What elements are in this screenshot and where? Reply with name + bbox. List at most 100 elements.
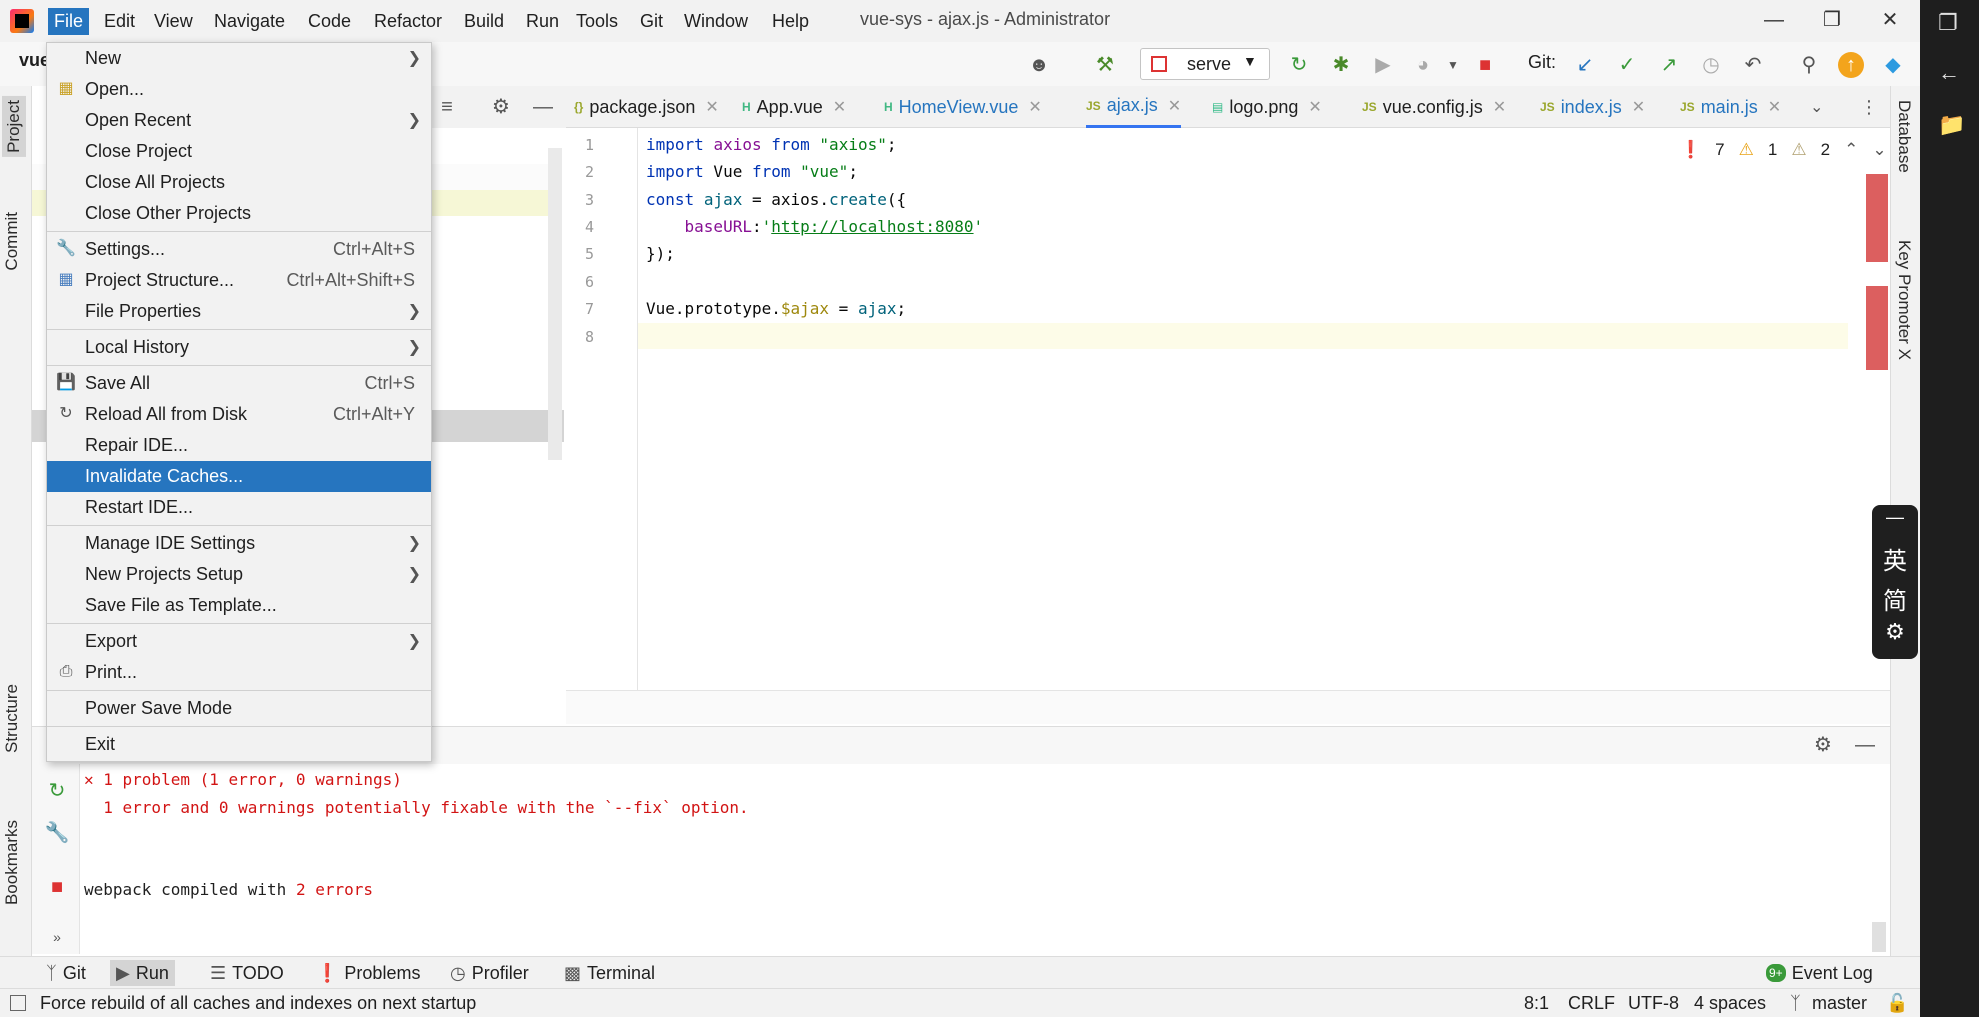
tool-git[interactable]: ᛉ Git bbox=[40, 960, 92, 986]
tool-run[interactable]: ▶ Run bbox=[110, 960, 175, 986]
user-icon[interactable]: ☻ bbox=[1026, 52, 1052, 78]
back-arrow-icon[interactable]: ← bbox=[1938, 60, 1960, 86]
file-menu-save-as-template[interactable]: Save File as Template... bbox=[47, 590, 431, 621]
stop-icon[interactable]: ■ bbox=[1472, 52, 1498, 78]
file-menu-reload-all[interactable]: ↻ Reload All from Disk Ctrl+Alt+Y bbox=[47, 399, 431, 430]
git-branch[interactable]: master bbox=[1812, 993, 1867, 1014]
file-menu-open[interactable]: ▦ Open... bbox=[47, 74, 431, 105]
tab-key-promoter-x[interactable]: Key Promoter X bbox=[1894, 240, 1914, 360]
menu-file[interactable]: File bbox=[48, 8, 90, 35]
restore-button[interactable]: ❐ bbox=[1808, 4, 1856, 36]
close-icon[interactable]: ✕ bbox=[705, 97, 718, 117]
git-history-icon[interactable]: ◷ bbox=[1698, 52, 1724, 78]
tab-app-vue[interactable]: H App.vue ✕ bbox=[742, 86, 846, 128]
file-menu-file-properties[interactable]: File Properties ❯ bbox=[47, 296, 431, 327]
menu-code[interactable]: Code bbox=[302, 8, 357, 35]
more-actions-icon[interactable]: » bbox=[44, 924, 70, 950]
build-hammer-icon[interactable]: ⚒ bbox=[1092, 52, 1118, 78]
file-menu-restart-ide[interactable]: Restart IDE... bbox=[47, 492, 431, 523]
more-options-icon[interactable]: ⋮ bbox=[1860, 86, 1878, 128]
tool-problems[interactable]: ❗ Problems bbox=[310, 960, 426, 986]
tool-todo[interactable]: ☰ TODO bbox=[204, 960, 290, 986]
file-menu-exit[interactable]: Exit bbox=[47, 729, 431, 760]
error-stripe-marker[interactable] bbox=[1866, 174, 1888, 262]
project-scrollbar[interactable] bbox=[548, 148, 562, 460]
tool-terminal[interactable]: ▩ Terminal bbox=[558, 960, 661, 986]
git-push-icon[interactable]: ↗ bbox=[1656, 52, 1682, 78]
menu-navigate[interactable]: Navigate bbox=[208, 8, 291, 35]
tab-vue-config-js[interactable]: JS vue.config.js ✕ bbox=[1362, 86, 1506, 128]
git-update-icon[interactable]: ↙ bbox=[1572, 52, 1598, 78]
tab-project[interactable]: Project bbox=[2, 96, 26, 157]
code-line[interactable]: baseURL:'http://localhost:8080' bbox=[646, 217, 984, 236]
close-icon[interactable]: ✕ bbox=[833, 97, 846, 117]
menu-build[interactable]: Build bbox=[458, 8, 510, 35]
file-menu-new-projects-setup[interactable]: New Projects Setup ❯ bbox=[47, 559, 431, 590]
file-menu-repair-ide[interactable]: Repair IDE... bbox=[47, 430, 431, 461]
tab-package-json[interactable]: {} package.json ✕ bbox=[574, 86, 719, 128]
indent-setting[interactable]: 4 spaces bbox=[1694, 993, 1766, 1014]
next-highlight-icon[interactable]: ⌄ bbox=[1872, 140, 1886, 160]
git-commit-icon[interactable]: ✓ bbox=[1614, 52, 1640, 78]
menu-run[interactable]: Run bbox=[520, 8, 565, 35]
ime-lang-toggle[interactable]: 英 bbox=[1872, 541, 1918, 576]
caret-position[interactable]: 8:1 bbox=[1524, 993, 1549, 1014]
menu-view[interactable]: View bbox=[148, 8, 199, 35]
menu-tools[interactable]: Tools bbox=[570, 8, 624, 35]
file-menu-save-all[interactable]: 💾 Save All Ctrl+S bbox=[47, 368, 431, 399]
run-config-select[interactable]: serve ▼ bbox=[1140, 48, 1270, 80]
menu-refactor[interactable]: Refactor bbox=[368, 8, 448, 35]
close-icon[interactable]: ✕ bbox=[1308, 97, 1321, 117]
file-menu-project-structure[interactable]: ▦ Project Structure... Ctrl+Alt+Shift+S bbox=[47, 265, 431, 296]
more-tabs-chevron-icon[interactable]: ⌄ bbox=[1810, 86, 1823, 128]
file-encoding[interactable]: UTF-8 bbox=[1628, 993, 1679, 1014]
error-stripe-marker[interactable] bbox=[1866, 286, 1888, 370]
run-scrollbar[interactable] bbox=[1872, 922, 1886, 952]
hide-run-panel-icon[interactable]: — bbox=[1852, 732, 1878, 758]
git-rollback-icon[interactable]: ↶ bbox=[1740, 52, 1766, 78]
file-menu-local-history[interactable]: Local History ❯ bbox=[47, 332, 431, 363]
close-icon[interactable]: ✕ bbox=[1768, 97, 1781, 117]
tab-bookmarks[interactable]: Bookmarks bbox=[2, 820, 22, 905]
tab-commit[interactable]: Commit bbox=[2, 212, 22, 271]
ime-collapse-icon[interactable]: — bbox=[1872, 507, 1918, 528]
more-run-chevron-icon[interactable]: ▼ bbox=[1440, 52, 1466, 78]
tab-homeview-vue[interactable]: H HomeView.vue ✕ bbox=[884, 86, 1042, 128]
coverage-icon[interactable]: ▶ bbox=[1370, 52, 1396, 78]
jetbrains-icon[interactable]: ◆ bbox=[1880, 52, 1906, 78]
inspection-widget[interactable]: ❗ 7 ⚠ 1 ⚠ 2 ⌃ ⌄ bbox=[1680, 140, 1887, 160]
rerun-icon[interactable]: ↻ bbox=[44, 778, 70, 804]
app-logo-icon[interactable] bbox=[10, 9, 34, 33]
tab-ajax-js[interactable]: JS ajax.js ✕ bbox=[1086, 86, 1182, 128]
file-menu-new[interactable]: New ❯ bbox=[47, 43, 431, 74]
code-line[interactable]: }); bbox=[646, 244, 675, 263]
rerun-icon[interactable]: ↻ bbox=[1286, 52, 1312, 78]
file-menu-settings[interactable]: 🔧 Settings... Ctrl+Alt+S bbox=[47, 234, 431, 265]
hide-panel-icon[interactable]: — bbox=[530, 94, 556, 120]
settings-gear-icon[interactable]: ⚙ bbox=[488, 94, 514, 120]
toggle-tool-windows-icon[interactable] bbox=[10, 995, 26, 1011]
tool-event-log[interactable]: 9+ Event Log bbox=[1760, 960, 1879, 986]
tab-main-js[interactable]: JS main.js ✕ bbox=[1680, 86, 1781, 128]
file-menu-print[interactable]: ⎙ Print... bbox=[47, 657, 431, 688]
previous-highlight-icon[interactable]: ⌃ bbox=[1844, 140, 1858, 160]
update-icon[interactable]: ↑ bbox=[1838, 52, 1864, 78]
code-line[interactable]: import axios from "axios"; bbox=[646, 135, 897, 154]
file-menu-manage-ide-settings[interactable]: Manage IDE Settings ❯ bbox=[47, 528, 431, 559]
close-icon[interactable]: ✕ bbox=[1493, 97, 1506, 117]
close-icon[interactable]: ✕ bbox=[1028, 97, 1041, 117]
menu-window[interactable]: Window bbox=[678, 8, 754, 35]
close-icon[interactable]: ✕ bbox=[1632, 97, 1645, 117]
run-settings-gear-icon[interactable]: ⚙ bbox=[1810, 732, 1836, 758]
tool-profiler[interactable]: ◷ Profiler bbox=[444, 960, 535, 986]
minimize-button[interactable]: — bbox=[1750, 4, 1798, 36]
collapse-all-icon[interactable]: ≡ bbox=[434, 94, 460, 120]
lock-icon[interactable]: 🔓 bbox=[1886, 993, 1908, 1014]
file-menu-close-project[interactable]: Close Project bbox=[47, 136, 431, 167]
ime-script-toggle[interactable]: 简 bbox=[1872, 581, 1918, 616]
code-line[interactable]: Vue.prototype.$ajax = ajax; bbox=[646, 299, 906, 318]
tab-database[interactable]: Database bbox=[1894, 100, 1914, 173]
tab-index-js[interactable]: JS index.js ✕ bbox=[1540, 86, 1645, 128]
search-icon[interactable]: ⚲ bbox=[1796, 52, 1822, 78]
debug-icon[interactable]: ✱ bbox=[1328, 52, 1354, 78]
